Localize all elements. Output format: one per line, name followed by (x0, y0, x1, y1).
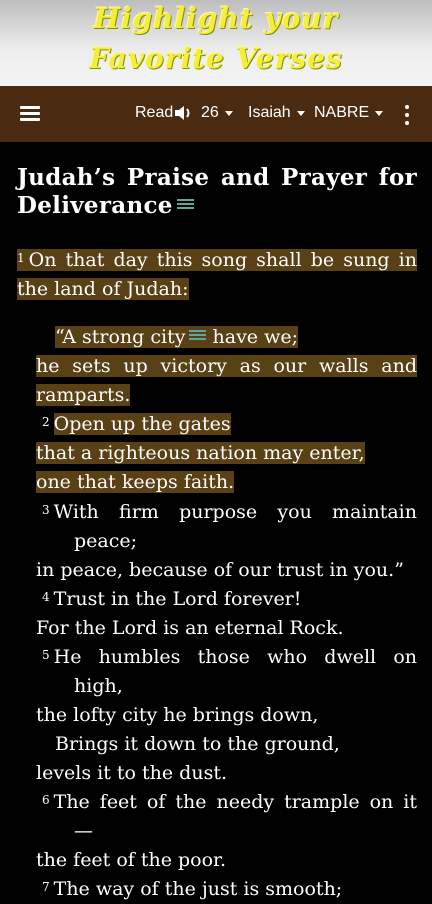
top-toolbar: Read 26 Isaiah NABRE (0, 86, 432, 142)
verse-text: that a righteous nation may enter, (36, 442, 365, 464)
chevron-down-icon (224, 110, 233, 116)
verse-text: With firm purpose you maintain (53, 501, 417, 523)
banner-line-1: Highlight your (93, 2, 339, 35)
read-label: Read (135, 104, 174, 121)
footnote-icon[interactable] (189, 329, 207, 341)
verse-line[interactable]: For the Lord is an eternal Rock. (36, 614, 344, 643)
chevron-down-icon (375, 110, 384, 116)
verse-text: “A strong city (55, 326, 186, 348)
read-aloud-button[interactable]: Read (135, 104, 194, 122)
verse-line[interactable]: the land of Judah: (17, 275, 189, 304)
hamburger-menu-icon[interactable] (18, 102, 42, 126)
verse-text: the feet of the poor. (36, 849, 227, 871)
verse-line[interactable]: 3 With firm purpose you maintain (42, 498, 417, 527)
verse-line[interactable]: the feet of the poor. (36, 846, 226, 875)
chapter-dropdown[interactable]: 26 (201, 104, 233, 122)
verse-text: The feet of the needy trample on it (53, 791, 417, 813)
verse-line[interactable]: high, (74, 672, 123, 701)
verse-line[interactable]: in peace, because of our trust in you.” (36, 556, 404, 585)
section-heading: Judah’s Praise and Prayer for Deliveranc… (17, 164, 417, 220)
version-value: NABRE (314, 104, 370, 121)
verse-line[interactable]: 6 The feet of the needy trample on it (42, 788, 417, 817)
verse-line[interactable]: ramparts. (36, 381, 131, 410)
verse-line[interactable]: “A strong city have we; (55, 323, 298, 352)
verse-number: 3 (42, 503, 50, 517)
verse-text: He humbles those who dwell on (53, 646, 417, 668)
verse-text: have we; (206, 326, 299, 348)
book-dropdown[interactable]: Isaiah (248, 104, 305, 122)
footnote-icon[interactable] (176, 198, 194, 210)
section-heading-text: Judah’s Praise and Prayer for Deliveranc… (17, 164, 417, 219)
verse-text: high, (74, 675, 123, 697)
verse-line[interactable]: 4 Trust in the Lord forever! (42, 585, 301, 614)
promo-banner[interactable]: Highlight your Favorite Verses (0, 0, 432, 86)
verse-number: 4 (42, 590, 50, 604)
verse-text: For the Lord is an eternal Rock. (36, 617, 344, 639)
verse-line[interactable]: — (74, 817, 93, 846)
verse-line[interactable]: levels it to the dust. (36, 759, 227, 788)
verse-text: Trust in the Lord forever! (53, 588, 302, 610)
book-value: Isaiah (248, 104, 291, 121)
verse-text: Brings it down to the ground, (55, 733, 340, 755)
verse-line[interactable]: he sets up victory as our walls and (36, 352, 417, 381)
verse-text: he sets up victory as our walls and (36, 355, 417, 377)
verse-text: The way of the just is smooth; (53, 878, 343, 900)
version-dropdown[interactable]: NABRE (314, 104, 384, 122)
verse-text: — (74, 820, 93, 842)
scripture-content[interactable]: Judah’s Praise and Prayer for Deliveranc… (0, 142, 432, 900)
verse-line[interactable]: 2 Open up the gates (42, 410, 231, 439)
speaker-icon (175, 106, 190, 120)
verse-line[interactable]: Brings it down to the ground, (55, 730, 340, 759)
chapter-value: 26 (201, 104, 219, 121)
verse-number: 7 (42, 880, 50, 894)
verse-line[interactable]: one that keeps faith. (36, 468, 235, 497)
verse-number: 2 (42, 415, 50, 429)
verse-text: the lofty city he brings down, (36, 704, 319, 726)
verse-line[interactable]: that a righteous nation may enter, (36, 439, 365, 468)
verse-text: peace; (74, 530, 138, 552)
verse-line[interactable]: the lofty city he brings down, (36, 701, 318, 730)
verse-line[interactable]: peace; (74, 527, 137, 556)
verse-line[interactable]: 1 On that day this song shall be sung in (17, 246, 417, 275)
verse-text: one that keeps faith. (36, 471, 235, 493)
chevron-down-icon (296, 110, 305, 116)
verse-line[interactable]: 5 He humbles those who dwell on (42, 643, 417, 672)
verse-number: 6 (42, 793, 50, 807)
verse-text: ramparts. (36, 384, 131, 406)
verse-text: Open up the gates (53, 413, 231, 435)
verse-number: 1 (17, 251, 25, 265)
verse-text: levels it to the dust. (36, 762, 228, 784)
verse-text: in peace, because of our trust in you.” (36, 559, 404, 581)
verse-number: 5 (42, 648, 50, 662)
banner-line-2: Favorite Verses (89, 42, 343, 75)
verse-text: On that day this song shall be sung in (28, 249, 417, 271)
verse-text: the land of Judah: (17, 278, 189, 300)
more-vert-icon[interactable] (404, 105, 410, 125)
